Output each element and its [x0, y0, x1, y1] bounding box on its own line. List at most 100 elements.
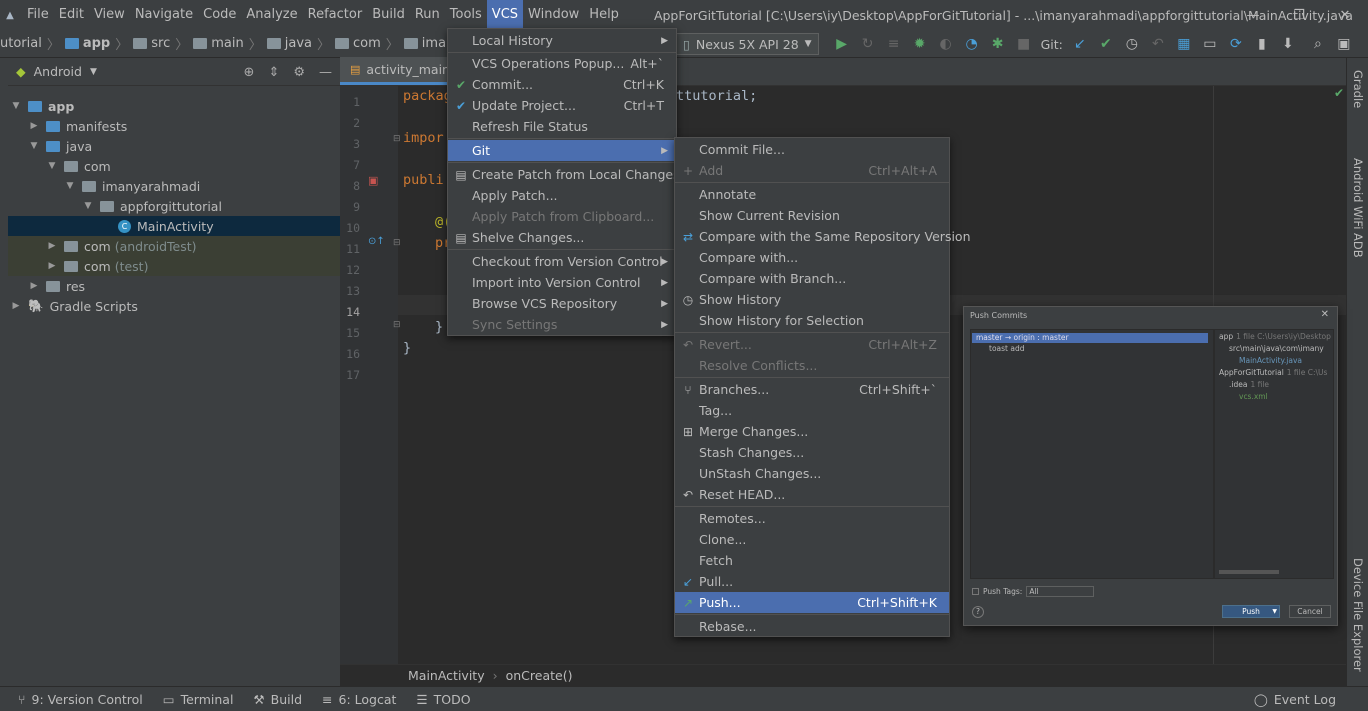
tree-node[interactable]: ▶ com (androidTest)	[8, 236, 340, 256]
menu-item-push[interactable]: ↗ Push... Ctrl+Shift+K	[675, 592, 949, 613]
menu-run[interactable]: Run	[410, 0, 445, 30]
project-view-selector[interactable]: Android	[34, 64, 82, 79]
profile-icon[interactable]: ◐	[933, 32, 959, 56]
menu-analyze[interactable]: Analyze	[241, 0, 302, 30]
menu-item-revert[interactable]: ↶ Revert... Ctrl+Alt+Z	[675, 334, 949, 355]
breadcrumb-class[interactable]: MainActivity	[408, 668, 485, 683]
menu-item-compare-with-branch[interactable]: Compare with Branch...	[675, 268, 949, 289]
menu-item-rebase[interactable]: Rebase...	[675, 616, 949, 637]
collapsed-arrow-icon[interactable]: ▶	[28, 121, 40, 131]
sync-gradle-icon[interactable]: ⟳	[1223, 32, 1249, 56]
todo-tool-button[interactable]: ☰ TODO	[416, 692, 470, 707]
collapsed-arrow-icon[interactable]: ▶	[28, 281, 40, 291]
menu-tools[interactable]: Tools	[445, 0, 487, 30]
stop-icon[interactable]: ■	[1011, 32, 1037, 56]
wifi-adb-tool-button[interactable]: Android WiFi ADB	[1351, 158, 1365, 258]
device-selector[interactable]: ▯ Nexus 5X API 28 ▼	[676, 33, 819, 55]
menu-item-apply-patch[interactable]: Apply Patch...	[448, 185, 676, 206]
branch-row[interactable]: master → origin : master	[972, 333, 1208, 343]
tree-node[interactable]: ▼ java	[8, 136, 340, 156]
menu-item-refresh-file-status[interactable]: Refresh File Status	[448, 116, 676, 137]
menu-item-local-history[interactable]: Local History ▶	[448, 30, 676, 51]
breadcrumb-item[interactable]: app	[64, 36, 110, 51]
history-icon[interactable]: ◷	[1119, 32, 1145, 56]
layout-icon[interactable]: ▣	[1331, 32, 1357, 56]
profiler-icon[interactable]: ◔	[959, 32, 985, 56]
menu-item-unstash-changes[interactable]: UnStash Changes...	[675, 463, 949, 484]
menu-item-sync-settings[interactable]: Sync Settings ▶	[448, 314, 676, 335]
push-tags-select[interactable]: All	[1026, 586, 1095, 597]
code-line-close-method[interactable]: }	[435, 319, 443, 335]
breadcrumb-method[interactable]: onCreate()	[506, 668, 573, 683]
menu-item-commit[interactable]: ✔ Commit... Ctrl+K	[448, 74, 676, 95]
tree-node[interactable]: ▶ manifests	[8, 116, 340, 136]
changed-file-node[interactable]: app 1 file C:\Users\iy\Desktop	[1219, 332, 1331, 341]
menu-code[interactable]: Code	[198, 0, 241, 30]
changed-file-node[interactable]: src\main\java\com\imany	[1229, 344, 1324, 353]
event-log-tool-button[interactable]: ◯ Event Log	[1254, 692, 1336, 707]
tree-node[interactable]: ▶ com (test)	[8, 256, 340, 276]
menu-item-annotate[interactable]: Annotate	[675, 184, 949, 205]
expanded-arrow-icon[interactable]: ▼	[82, 201, 94, 211]
maximize-icon[interactable]: ❐	[1276, 0, 1322, 30]
menu-build[interactable]: Build	[367, 0, 410, 30]
tree-node[interactable]: ▼ appforgittutorial	[8, 196, 340, 216]
changed-file-node[interactable]: vcs.xml	[1239, 392, 1268, 401]
attach-debugger-icon[interactable]: ✱	[985, 32, 1011, 56]
fold-icon[interactable]: ⊟	[393, 238, 401, 248]
breadcrumb-item[interactable]: com	[335, 36, 381, 51]
menu-item-browse-vcs-repository[interactable]: Browse VCS Repository ▶	[448, 293, 676, 314]
commit-row[interactable]: toast add	[989, 344, 1024, 353]
menu-item-show-history[interactable]: ◷ Show History	[675, 289, 949, 310]
gear-icon[interactable]: ⚙	[293, 65, 305, 80]
version-control-tool-button[interactable]: ⑂ 9: Version Control	[18, 692, 143, 707]
run-icon[interactable]: ▶	[829, 32, 855, 56]
android-class-gutter-icon[interactable]: ▣	[368, 174, 378, 187]
tree-node[interactable]: C MainActivity	[8, 216, 340, 236]
tree-node[interactable]: ▼ app	[8, 96, 340, 116]
fold-icon[interactable]: ⊟	[393, 320, 401, 330]
expanded-arrow-icon[interactable]: ▼	[46, 161, 58, 171]
override-gutter-icon[interactable]: ⊙↑	[368, 236, 385, 247]
menu-item-remotes[interactable]: Remotes...	[675, 508, 949, 529]
menu-item-branches[interactable]: ⑂ Branches... Ctrl+Shift+`	[675, 379, 949, 400]
logcat-tool-button[interactable]: ≡ 6: Logcat	[322, 692, 396, 707]
locate-icon[interactable]: ⊕	[244, 65, 255, 80]
menu-item-create-patch-from-local-changes[interactable]: ▤ Create Patch from Local Changes...	[448, 164, 691, 185]
menu-item-import-into-version-control[interactable]: Import into Version Control ▶	[448, 272, 676, 293]
breadcrumb-item[interactable]: java	[266, 36, 312, 51]
code-line-class[interactable]: publi	[403, 172, 444, 188]
changed-file-node[interactable]: MainActivity.java	[1239, 356, 1302, 365]
menu-item-fetch[interactable]: Fetch	[675, 550, 949, 571]
collapsed-arrow-icon[interactable]: ▶	[46, 261, 58, 271]
chevron-down-icon[interactable]: ▼	[1272, 608, 1277, 615]
close-window-icon[interactable]: ✕	[1322, 0, 1368, 30]
changed-file-node[interactable]: AppForGitTutorial 1 file C:\Us	[1219, 368, 1327, 377]
menu-item-show-history-for-selection[interactable]: Show History for Selection	[675, 310, 949, 331]
menu-item-compare-with[interactable]: Compare with...	[675, 247, 949, 268]
menu-item-show-current-revision[interactable]: Show Current Revision	[675, 205, 949, 226]
code-line-package-rest[interactable]: ttutorial;	[676, 88, 757, 104]
breadcrumb-item[interactable]: main	[193, 36, 244, 51]
changed-file-node[interactable]: .idea 1 file	[1229, 380, 1269, 389]
terminal-tool-button[interactable]: ▭ Terminal	[163, 692, 234, 707]
chevron-down-icon[interactable]: ▼	[90, 67, 97, 77]
menu-item-compare-with-the-same-repository-version[interactable]: ⇄ Compare with the Same Repository Versio…	[675, 226, 971, 247]
debug-icon[interactable]: ✹	[907, 32, 933, 56]
avd-manager-icon[interactable]: ▮	[1249, 32, 1275, 56]
sdk-manager-icon[interactable]: ▭	[1197, 32, 1223, 56]
code-line-package[interactable]: packag	[403, 88, 452, 104]
apply-code-changes-icon[interactable]: ≡	[881, 32, 907, 56]
tree-node[interactable]: ▶ res	[8, 276, 340, 296]
commit-icon[interactable]: ✔	[1093, 32, 1119, 56]
search-icon[interactable]: ⌕	[1305, 32, 1331, 56]
scrollbar[interactable]	[1219, 570, 1279, 574]
menu-edit[interactable]: Edit	[54, 0, 89, 30]
close-icon[interactable]: ✕	[1321, 309, 1329, 320]
menu-item-update-project[interactable]: ✔ Update Project... Ctrl+T	[448, 95, 676, 116]
menu-item-commit-file[interactable]: Commit File...	[675, 139, 949, 160]
minimize-icon[interactable]: —	[1230, 0, 1276, 30]
gradle-tool-button[interactable]: Gradle	[1351, 70, 1365, 108]
menu-item-stash-changes[interactable]: Stash Changes...	[675, 442, 949, 463]
project-structure-icon[interactable]: ▦	[1171, 32, 1197, 56]
